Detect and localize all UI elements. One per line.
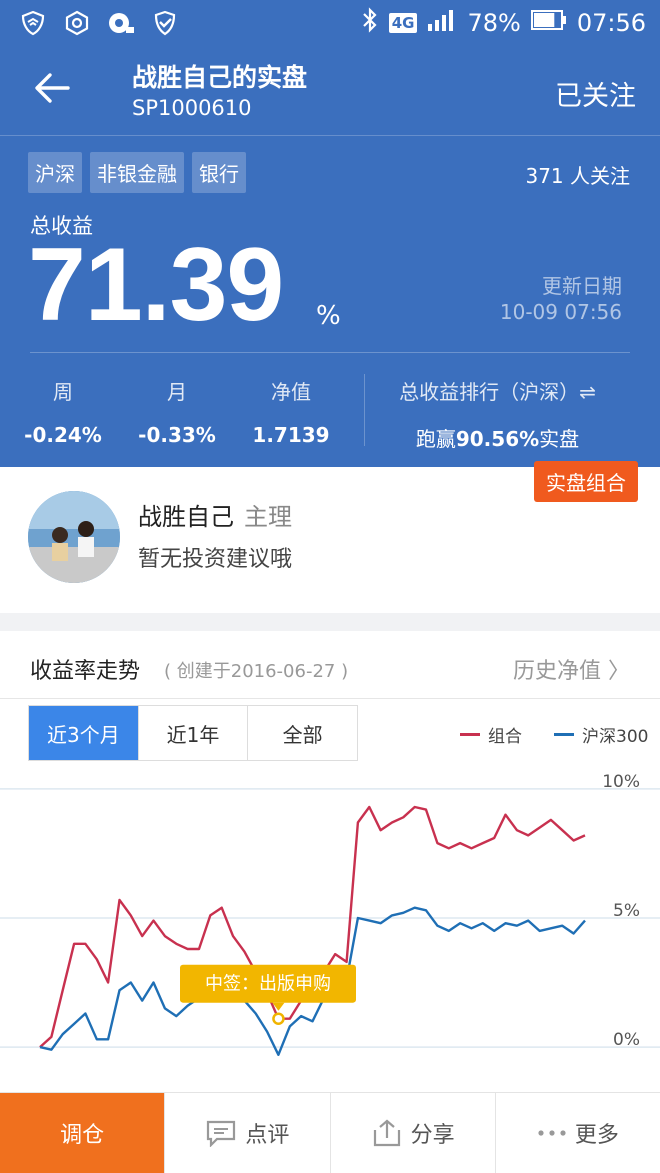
bluetooth-icon (361, 7, 379, 39)
manager-role: 主理 (244, 503, 292, 531)
tag-list: 沪深 非银金融 银行 (28, 152, 246, 193)
trend-title: 收益率走势 (30, 659, 141, 684)
ranking-percent: 90.56% (455, 427, 540, 451)
portfolio-code: SP1000610 (132, 96, 252, 120)
tab-all[interactable]: 全部 (248, 706, 357, 760)
y-tick-label: 0% (613, 1030, 640, 1050)
ranking-suffix: 实盘 (539, 427, 580, 451)
tag[interactable]: 银行 (192, 152, 246, 193)
hex-gear-icon (62, 8, 92, 38)
rebalance-label: 调仓 (60, 1123, 105, 1148)
stat-value: -0.24% (24, 423, 102, 447)
share-icon (373, 1119, 400, 1147)
page-title: 战胜自己的实盘 (132, 63, 308, 92)
manager-name-text: 战胜自己 (138, 503, 234, 531)
stat-nav: 净值 1.7139 (236, 376, 346, 447)
total-return-unit: % (316, 301, 341, 331)
history-nav-link[interactable]: 历史净值 〉 (513, 653, 630, 685)
clock: 07:56 (576, 9, 646, 37)
battery-icon (530, 9, 567, 37)
real-portfolio-badge: 实盘组合 (534, 461, 638, 502)
monitor-icon (106, 8, 136, 38)
ranking-label: 总收益排行（沪深）⇌ (399, 380, 596, 404)
comment-icon (207, 1120, 236, 1147)
stat-week: 周 -0.24% (8, 376, 118, 447)
more-label: 更多 (574, 1123, 619, 1148)
y-tick-label: 10% (602, 772, 640, 792)
update-date-value: 10-09 07:56 (499, 300, 622, 324)
trend-header: 收益率走势 ( 创建于2016-06-27 ) 历史净值 〉 (0, 631, 660, 699)
legend-portfolio: 组合 (460, 722, 522, 747)
comment-label: 点评 (245, 1123, 290, 1148)
status-bar: 4G 78% 07:56 (0, 0, 660, 46)
annotation-label: 中签：出版申购 (205, 974, 331, 995)
legend-swatch (554, 733, 574, 736)
stat-month: 月 -0.33% (122, 376, 232, 447)
rebalance-button[interactable]: 调仓 (0, 1093, 166, 1173)
legend-swatch (460, 733, 480, 736)
follower-count: 371 人关注 (525, 164, 630, 188)
arrow-left-icon (35, 73, 70, 103)
period-tabs: 近3个月 近1年 全部 (28, 705, 358, 761)
return-chart[interactable]: 10% 5% 0% 中签：出版申购 (0, 762, 660, 1092)
stat-label: 净值 (271, 380, 311, 404)
signal-icon (427, 8, 457, 38)
manager-name: 战胜自己 主理 (138, 497, 292, 532)
series-line-0 (39, 805, 586, 1048)
stat-label: 月 (167, 380, 187, 404)
portfolio-summary: 沪深 非银金融 银行 371 人关注 总收益 71.39 % 更新日期 10-0… (0, 136, 660, 467)
return-ranking[interactable]: 总收益排行（沪深）⇌ 跑赢90.56%实盘 (365, 376, 630, 452)
back-button[interactable] (30, 66, 74, 110)
manager-card[interactable]: 实盘组合 战胜自己 主理 暂无投资建议哦 (0, 461, 660, 613)
tab-3-months[interactable]: 近3个月 (29, 706, 139, 760)
more-icon (538, 1130, 566, 1136)
stat-value: 1.7139 (252, 423, 330, 447)
bottom-action-bar: 调仓 点评 分享 更多 (0, 1092, 660, 1173)
legend-csi300: 沪深300 (554, 722, 648, 747)
tab-1-year[interactable]: 近1年 (139, 706, 249, 760)
shield-icon (18, 8, 48, 38)
more-button[interactable]: 更多 (496, 1093, 660, 1173)
tag[interactable]: 沪深 (28, 152, 82, 193)
legend-label: 沪深300 (582, 727, 649, 747)
stat-value: -0.33% (138, 423, 216, 447)
created-date: ( 创建于2016-06-27 ) (164, 661, 349, 682)
stat-label: 周 (53, 380, 73, 404)
app-header: 战胜自己的实盘 SP1000610 已关注 (0, 46, 660, 136)
follow-button[interactable]: 已关注 (555, 74, 636, 113)
ranking-value: 跑赢90.56%实盘 (365, 423, 630, 452)
total-return-value: 71.39 (28, 227, 284, 343)
investment-advice: 暂无投资建议哦 (138, 547, 293, 572)
avatar[interactable] (28, 491, 120, 583)
tag[interactable]: 非银金融 (90, 152, 184, 193)
update-date-label: 更新日期 (542, 274, 622, 298)
network-badge: 4G (388, 13, 418, 33)
return-chart-svg: 10% 5% 0% 中签：出版申购 (0, 772, 660, 1056)
shield-check-icon (150, 8, 180, 38)
comment-button[interactable]: 点评 (165, 1093, 331, 1173)
system-status: 4G 78% 07:56 (361, 7, 646, 39)
battery-percent: 78% (467, 9, 521, 37)
y-tick-label: 5% (613, 901, 640, 921)
section-gap (0, 613, 660, 631)
share-label: 分享 (410, 1123, 455, 1148)
legend-label: 组合 (488, 727, 522, 747)
ranking-prefix: 跑赢 (415, 427, 456, 451)
share-button[interactable]: 分享 (331, 1093, 496, 1173)
divider (30, 352, 630, 353)
notification-icons (18, 8, 180, 38)
annotation-marker[interactable] (272, 1012, 285, 1025)
